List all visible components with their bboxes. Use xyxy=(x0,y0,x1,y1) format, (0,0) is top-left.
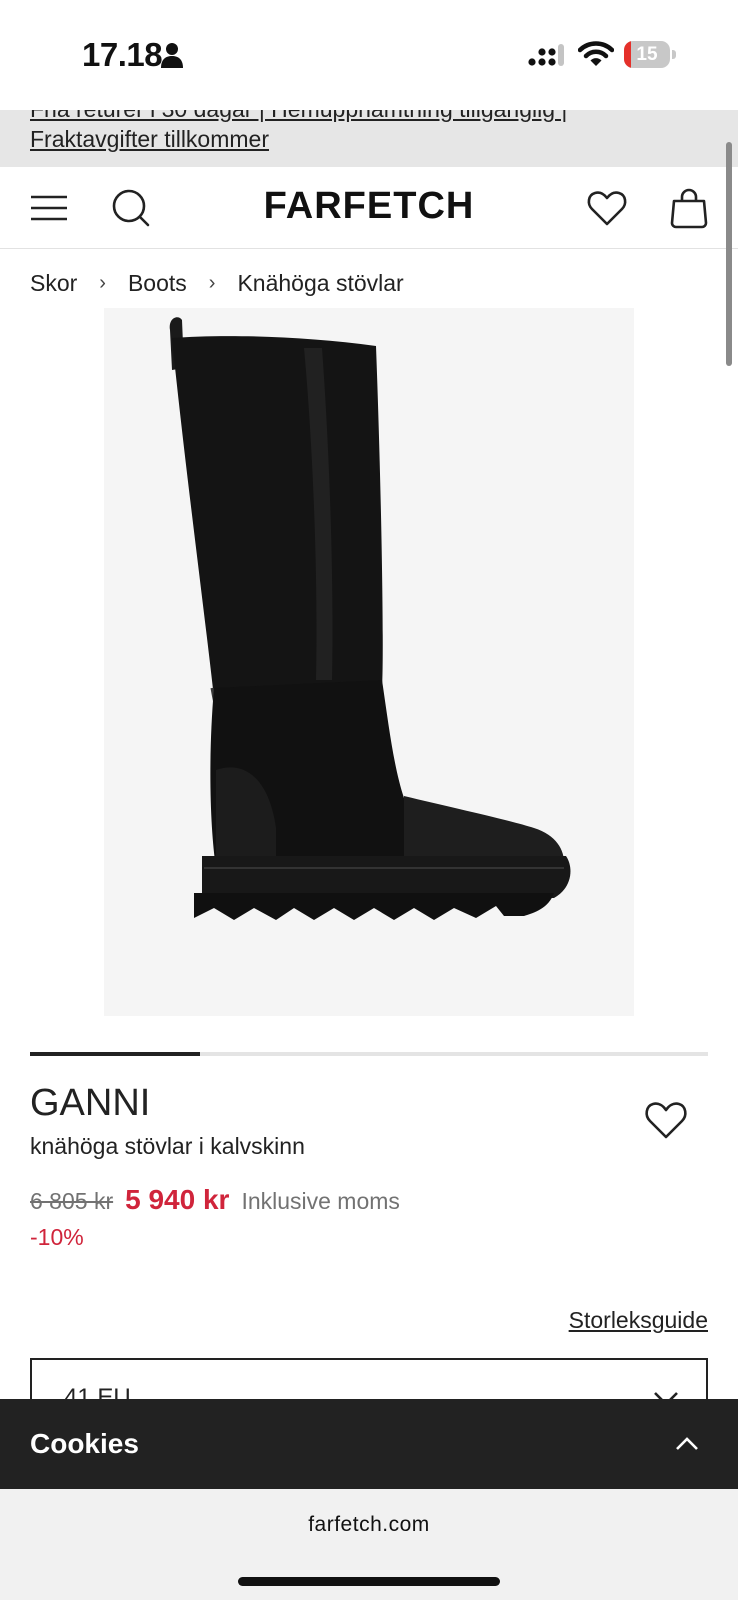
image-carousel-indicator[interactable] xyxy=(30,1052,708,1056)
product-name: knähöga stövlar i kalvskinn xyxy=(30,1133,305,1159)
site-header: FARFETCH xyxy=(0,167,738,249)
home-indicator[interactable] xyxy=(238,1577,500,1586)
chevron-up-icon[interactable] xyxy=(674,1433,700,1455)
breadcrumb-separator: › xyxy=(208,271,216,294)
original-price: 6 805 kr xyxy=(30,1188,114,1214)
scrollbar[interactable] xyxy=(726,142,732,366)
cookies-banner[interactable]: Cookies xyxy=(0,1399,738,1489)
promo-banner[interactable]: Fria returer i 30 dagar | Hemupphämtning… xyxy=(0,110,738,167)
breadcrumb: Skor › Boots › Knähöga stövlar xyxy=(30,268,404,298)
breadcrumb-separator: › xyxy=(99,271,106,294)
address-bar-url[interactable]: farfetch.com xyxy=(0,1513,738,1537)
breadcrumb-item-knee-high-boots[interactable]: Knähöga stövlar xyxy=(237,270,403,297)
tax-note: Inklusive moms xyxy=(241,1188,400,1214)
wishlist-heart-icon[interactable] xyxy=(644,1098,688,1142)
shopping-bag-icon[interactable] xyxy=(668,187,710,229)
product-brand[interactable]: GANNI xyxy=(30,1082,150,1125)
cookies-title: Cookies xyxy=(30,1428,139,1459)
cellular-signal-icon xyxy=(528,44,564,66)
sale-price: 5 940 kr xyxy=(125,1184,230,1215)
heart-icon[interactable] xyxy=(586,187,628,229)
carousel-active-segment xyxy=(30,1052,200,1056)
browser-bottom-bar: farfetch.com xyxy=(0,1489,738,1600)
product-image[interactable] xyxy=(104,308,634,1016)
status-bar: 17.18 15 xyxy=(0,0,738,110)
breadcrumb-item-skor[interactable]: Skor xyxy=(30,270,77,297)
discount-badge: -10% xyxy=(30,1224,84,1250)
promo-text-line1[interactable]: Fria returer i 30 dagar | Hemupphämtning… xyxy=(30,110,567,123)
promo-text-line2[interactable]: Fraktavgifter tillkommer xyxy=(30,126,269,153)
battery-icon: 15 xyxy=(624,41,676,68)
person-icon xyxy=(161,43,183,68)
price-row: 6 805 kr 5 940 kr Inklusive moms xyxy=(30,1184,400,1216)
status-time: 17.18 xyxy=(82,36,163,73)
wifi-icon xyxy=(578,41,614,66)
battery-percentage: 15 xyxy=(636,44,658,65)
breadcrumb-item-boots[interactable]: Boots xyxy=(128,270,187,297)
size-guide-link[interactable]: Storleksguide xyxy=(569,1307,708,1334)
knee-high-boot-image xyxy=(169,317,571,920)
